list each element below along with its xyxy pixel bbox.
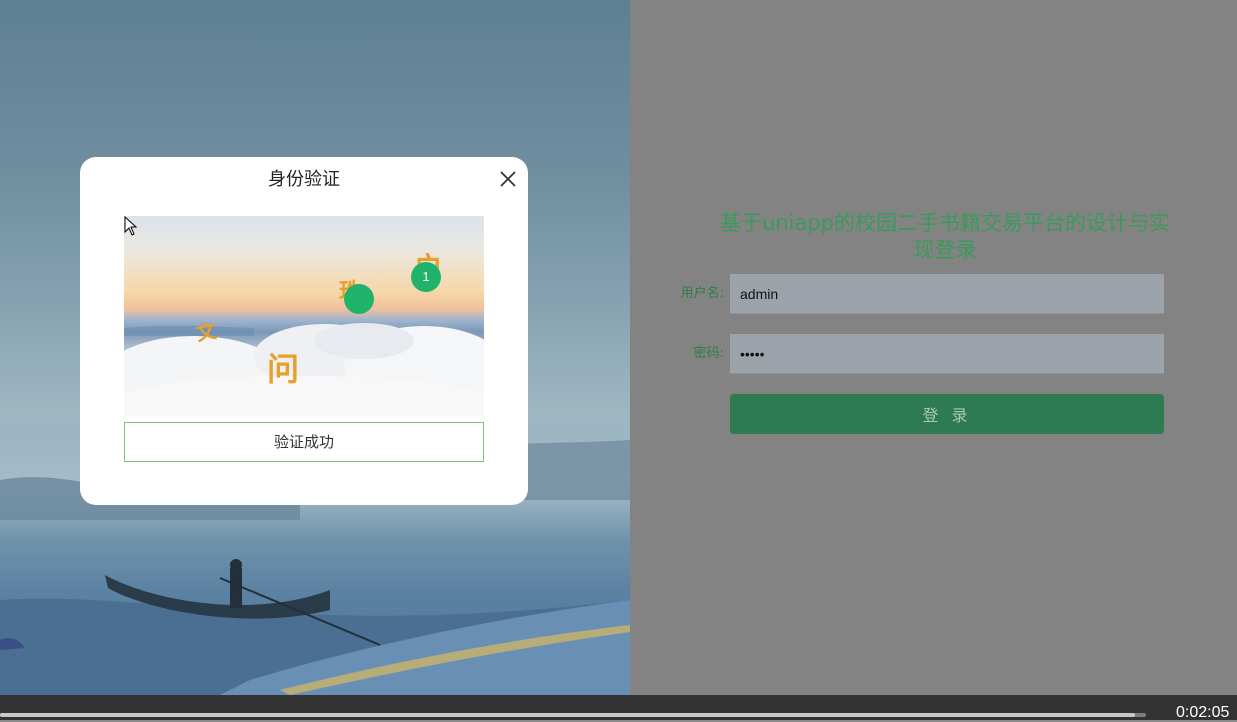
password-input[interactable] xyxy=(730,334,1164,374)
modal-title: 身份验证 xyxy=(268,169,340,190)
captcha-char: 问 xyxy=(267,350,300,388)
username-input[interactable] xyxy=(730,274,1164,314)
password-label: 密码: xyxy=(693,346,724,361)
mouse-cursor-icon xyxy=(124,216,138,236)
close-icon[interactable] xyxy=(498,169,518,189)
click-marker-active[interactable] xyxy=(344,284,374,314)
video-time: 0:02:05 xyxy=(1176,704,1230,721)
verification-modal: 身份验证 文 珠 问 户 1 验证成功 xyxy=(80,157,528,505)
username-label: 用户名: xyxy=(680,286,724,301)
video-progress-track[interactable] xyxy=(0,713,1146,717)
click-marker[interactable]: 1 xyxy=(411,262,441,292)
login-button[interactable]: 登 录 xyxy=(730,394,1164,434)
login-title: 基于uniapp的校园二手书籍交易平台的设计与实现登录 xyxy=(720,211,1170,262)
verify-status: 验证成功 xyxy=(124,422,484,462)
username-row: 用户名: xyxy=(660,274,1165,314)
password-row: 密码: xyxy=(660,334,1165,374)
video-progress-fill xyxy=(0,713,1135,717)
captcha-image[interactable]: 文 珠 问 户 1 xyxy=(124,216,484,416)
